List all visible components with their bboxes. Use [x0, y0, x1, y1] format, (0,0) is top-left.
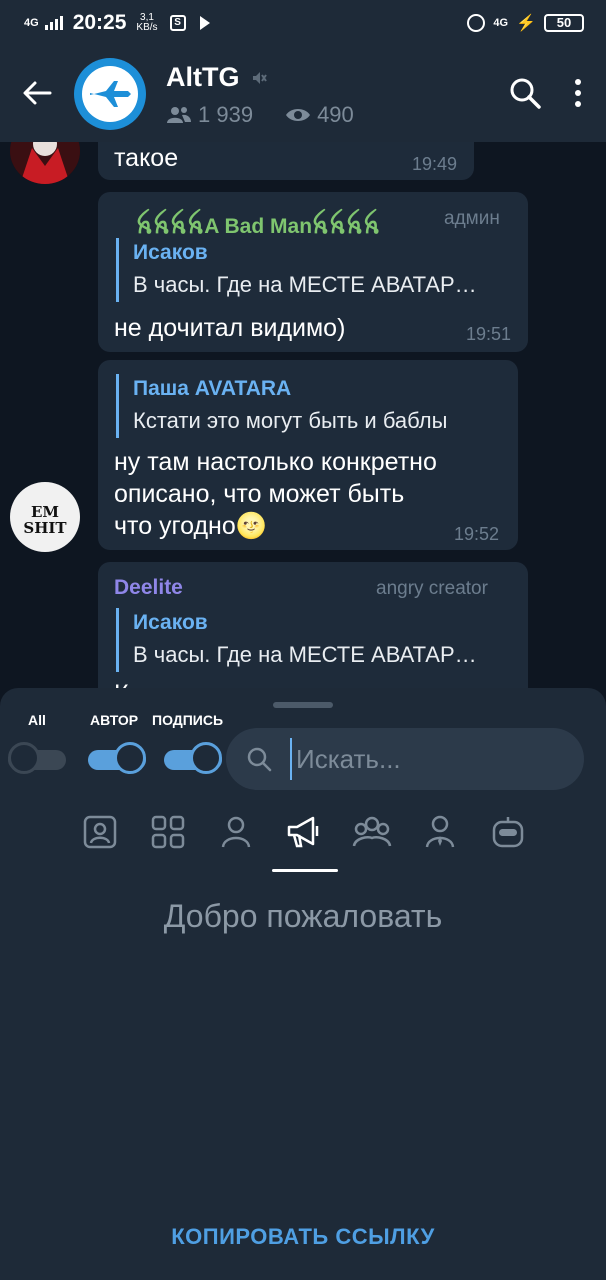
reply-quote[interactable]: Паша AVATARA Кстати это могут быть и баб… — [116, 374, 508, 438]
network-type: 4G — [24, 17, 39, 29]
reply-quote[interactable]: Исаков В часы. Где на МЕСТЕ АВАТАР… — [116, 608, 516, 672]
user-avatar[interactable]: EM SHIT — [10, 482, 80, 552]
message-text: К — [114, 678, 129, 688]
drag-handle[interactable] — [273, 702, 333, 708]
grid-icon — [151, 815, 185, 849]
user-icon — [221, 816, 251, 848]
message-list[interactable]: такое 19:49 ꫝꫝꫝꫝA Bad Manꫝꫝꫝꫝ админ Исак… — [0, 142, 606, 688]
signal-icon — [44, 16, 63, 30]
user-tie-icon — [425, 815, 455, 848]
mute-icon — [252, 71, 267, 84]
reply-author: Паша AVATARA — [133, 377, 292, 400]
message-bubble[interactable]: Паша AVATARA Кстати это могут быть и баб… — [98, 360, 518, 550]
toggle-label-all: All — [28, 712, 46, 728]
reply-text: В часы. Где на МЕСТЕ АВАТАР… — [133, 642, 477, 667]
group-icon — [352, 816, 392, 847]
message-text-line: описано, что может быть — [114, 480, 405, 508]
welcome-text: Добро пожаловать — [163, 898, 443, 934]
bot-icon — [492, 817, 524, 848]
plane-logo-icon — [82, 66, 138, 122]
subscriber-count: 1 939 — [198, 102, 254, 127]
back-arrow-icon[interactable] — [20, 76, 54, 110]
message-time: 19:51 — [466, 324, 512, 344]
reply-text: Кстати это могут быть и баблы — [133, 408, 448, 433]
message-time: 19:49 — [412, 154, 458, 174]
channel-name: AltTG — [166, 62, 240, 92]
toggle-label-signature: ПОДПИСЬ — [152, 712, 224, 728]
toggle-author[interactable] — [88, 740, 146, 776]
alarm-icon — [467, 14, 486, 32]
message-text-line: ну там настолько конкретно — [114, 448, 437, 476]
sender-role: angry creator — [376, 578, 488, 599]
tab-groups[interactable] — [338, 808, 406, 872]
charging-icon: ⚡ — [516, 15, 536, 32]
network-type-2: 4G — [493, 17, 509, 29]
app-notification-icon: S — [169, 15, 186, 31]
eye-icon — [286, 109, 311, 121]
message-text: не дочитал видимо) — [114, 314, 346, 342]
megaphone-icon — [287, 816, 319, 848]
share-sheet: All АВТОР ПОДПИСЬ Искать... Добро пожало… — [0, 688, 606, 1280]
channel-title[interactable]: AltTG — [166, 62, 268, 93]
reply-author: Исаков — [133, 241, 208, 264]
copy-link-button[interactable]: КОПИРОВАТЬ ССЫЛКУ — [0, 1224, 606, 1250]
reply-quote[interactable]: Исаков В часы. Где на МЕСТЕ АВАТАР… — [116, 238, 516, 302]
message-text: такое — [114, 144, 179, 172]
user-avatar[interactable] — [10, 142, 80, 184]
toggle-all[interactable] — [8, 740, 66, 776]
clock: 20:25 — [72, 11, 127, 34]
reply-text: В часы. Где на МЕСТЕ АВАТАР… — [133, 272, 477, 297]
view-count: 490 — [317, 102, 354, 127]
category-tabs — [66, 808, 542, 878]
tab-users[interactable] — [202, 808, 270, 872]
search-icon[interactable] — [508, 76, 542, 110]
search-input[interactable] — [290, 738, 560, 780]
toggle-signature[interactable] — [164, 740, 222, 776]
tab-admins[interactable] — [406, 808, 474, 872]
reply-author: Исаков — [133, 611, 208, 634]
battery-icon: 50 — [544, 14, 584, 32]
chat-header: AltTG 1 939 490 — [0, 46, 606, 142]
sender-role: админ — [444, 208, 500, 229]
tab-profile[interactable] — [66, 808, 134, 872]
tab-channels[interactable] — [270, 808, 338, 872]
message-time: 19:52 — [454, 524, 500, 544]
net-speed: 3,1 KB/s — [136, 12, 158, 33]
status-bar: 4G 20:25 3,1 KB/s S 4G ⚡ 50 — [0, 0, 606, 46]
profile-card-icon — [83, 815, 117, 849]
search-field[interactable] — [226, 728, 584, 790]
tab-bots[interactable] — [474, 808, 542, 872]
sender-name[interactable]: Deelite — [114, 576, 183, 600]
message-bubble[interactable]: такое 19:49 — [98, 142, 474, 180]
search-icon — [247, 747, 272, 772]
message-bubble[interactable]: ꫝꫝꫝꫝA Bad Manꫝꫝꫝꫝ админ Исаков В часы. Г… — [98, 192, 528, 352]
tab-all[interactable] — [134, 808, 202, 872]
toggle-label-author: АВТОР — [90, 712, 139, 728]
people-icon — [167, 107, 191, 123]
message-text-line: что угодно🌝 — [114, 512, 267, 540]
more-icon[interactable] — [566, 76, 590, 110]
message-bubble[interactable]: Deelite angry creator Исаков В часы. Где… — [98, 562, 528, 688]
channel-avatar[interactable] — [74, 58, 146, 130]
play-icon — [199, 16, 210, 30]
channel-stats: 1 939 490 — [166, 102, 354, 128]
